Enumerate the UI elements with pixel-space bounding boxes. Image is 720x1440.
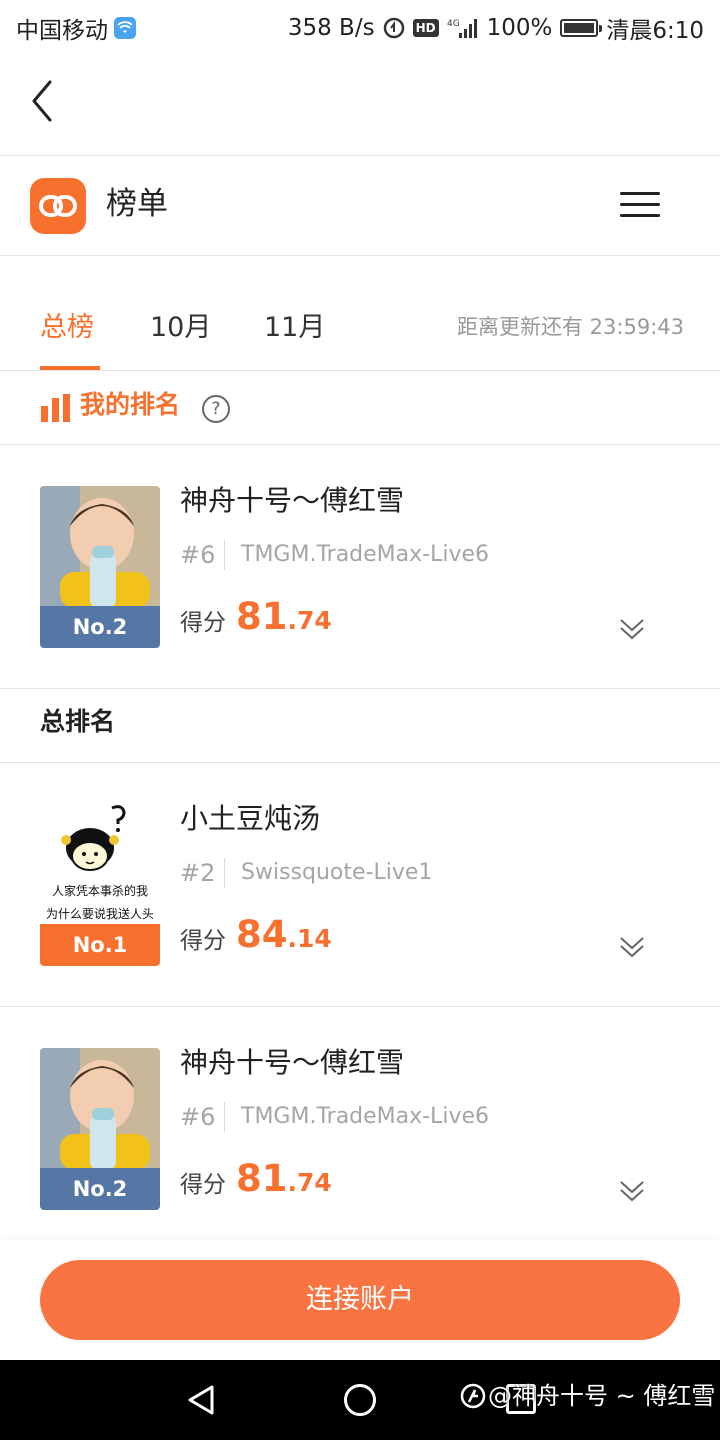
net-speed: 358 B/s — [287, 15, 375, 41]
separator — [224, 1102, 225, 1132]
cartoon-meme-avatar: 人家凭本事杀的我 为什么要说我送人头 — [40, 804, 160, 926]
divider — [0, 1006, 720, 1007]
signal-icon: 4G — [447, 17, 479, 39]
player-name: 小土豆炖汤 — [180, 802, 321, 835]
rank-badge: No.2 — [40, 1168, 160, 1210]
my-rank-header: 我的排名 ? — [0, 371, 720, 445]
tab-overall[interactable]: 总榜 — [40, 308, 94, 348]
separator — [224, 858, 225, 888]
divider — [0, 688, 720, 689]
weibo-logo-icon — [460, 1383, 486, 1409]
hd-icon: HD — [412, 19, 439, 37]
nav-back-icon[interactable] — [186, 1384, 216, 1416]
bar-chart-icon — [41, 394, 71, 422]
link-logo-icon — [30, 178, 86, 234]
top-nav — [0, 50, 720, 156]
period-tabs: 总榜 10月 11月 距离更新还有 23:59:43 — [0, 256, 720, 371]
my-rank-label: 我的排名 — [80, 390, 181, 419]
bottom-action-bar: 连接账户 — [0, 1240, 720, 1360]
carrier-label: 中国移动 — [16, 18, 108, 44]
page-header: 榜单 — [0, 156, 720, 256]
score-integer: 81 — [236, 595, 288, 638]
overall-ranking-title: 总排名 — [40, 707, 116, 736]
status-bar: 中国移动 358 B/s HD 4G 100% 清晨6:10 — [0, 0, 720, 50]
score-integer: 81 — [236, 1157, 288, 1200]
watermark: @神舟十号 ~ 傅红雪 — [460, 1380, 715, 1412]
divider — [0, 762, 720, 763]
avatar-caption-line2: 为什么要说我送人头 — [46, 906, 154, 921]
child-photo-avatar — [40, 1048, 160, 1170]
score-value: 84.14 — [236, 912, 332, 962]
double-chevron-down-icon[interactable] — [618, 614, 646, 642]
back-button[interactable] — [22, 78, 62, 124]
score-decimal: .74 — [287, 606, 332, 635]
position-number: #6 — [180, 1103, 216, 1131]
chevron-left-icon — [32, 80, 52, 122]
ranking-card[interactable]: 人家凭本事杀的我 为什么要说我送人头 No.1 小土豆炖汤 #2 Swissqu… — [0, 802, 720, 966]
watermark-text: @神舟十号 ~ 傅红雪 — [488, 1382, 716, 1410]
clock: 清晨6:10 — [606, 18, 704, 44]
child-photo-avatar — [40, 486, 160, 608]
server-name: Swissquote-Live1 — [241, 860, 433, 885]
system-nav-bar: @神舟十号 ~ 傅红雪 — [0, 1360, 720, 1440]
active-tab-indicator — [40, 366, 100, 370]
player-name: 神舟十号～傅红雪 — [180, 484, 405, 517]
server-name: TMGM.TradeMax-Live6 — [241, 1104, 490, 1129]
score-label: 得分 — [180, 610, 226, 636]
wifi-icon — [114, 17, 136, 39]
double-chevron-down-icon[interactable] — [618, 932, 646, 960]
svg-text:4G: 4G — [447, 19, 460, 29]
server-name: TMGM.TradeMax-Live6 — [241, 542, 490, 567]
tab-october[interactable]: 10月 — [150, 308, 211, 348]
position-number: #2 — [180, 859, 216, 887]
data-saver-icon — [383, 17, 405, 39]
position-number: #6 — [180, 541, 216, 569]
score-value: 81.74 — [236, 594, 332, 644]
avatar: 人家凭本事杀的我 为什么要说我送人头 No.1 — [40, 804, 160, 966]
page-title: 榜单 — [106, 186, 168, 222]
double-chevron-down-icon[interactable] — [618, 1176, 646, 1204]
score-decimal: .74 — [287, 1168, 332, 1197]
score-label: 得分 — [180, 1172, 226, 1198]
rank-badge: No.1 — [40, 924, 160, 966]
update-countdown: 距离更新还有 23:59:43 — [457, 315, 684, 339]
tab-november[interactable]: 11月 — [264, 308, 325, 348]
avatar: No.2 — [40, 486, 160, 648]
connect-account-button[interactable]: 连接账户 — [40, 1260, 680, 1340]
avatar-caption-line1: 人家凭本事杀的我 — [52, 883, 148, 898]
battery-percent: 100% — [486, 15, 553, 41]
battery-icon — [560, 19, 603, 37]
score-integer: 84 — [236, 913, 288, 956]
my-rank-card[interactable]: No.2 神舟十号～傅红雪 #6 TMGM.TradeMax-Live6 得分 … — [0, 484, 720, 648]
score-value: 81.74 — [236, 1156, 332, 1206]
nav-home-icon[interactable] — [344, 1384, 376, 1416]
separator — [224, 540, 225, 570]
score-decimal: .14 — [287, 924, 332, 953]
rank-badge: No.2 — [40, 606, 160, 648]
hamburger-menu-icon[interactable] — [618, 190, 662, 220]
score-label: 得分 — [180, 928, 226, 954]
help-icon[interactable]: ? — [202, 395, 230, 423]
player-name: 神舟十号～傅红雪 — [180, 1046, 405, 1079]
avatar: No.2 — [40, 1048, 160, 1210]
ranking-card[interactable]: No.2 神舟十号～傅红雪 #6 TMGM.TradeMax-Live6 得分 … — [0, 1046, 720, 1210]
